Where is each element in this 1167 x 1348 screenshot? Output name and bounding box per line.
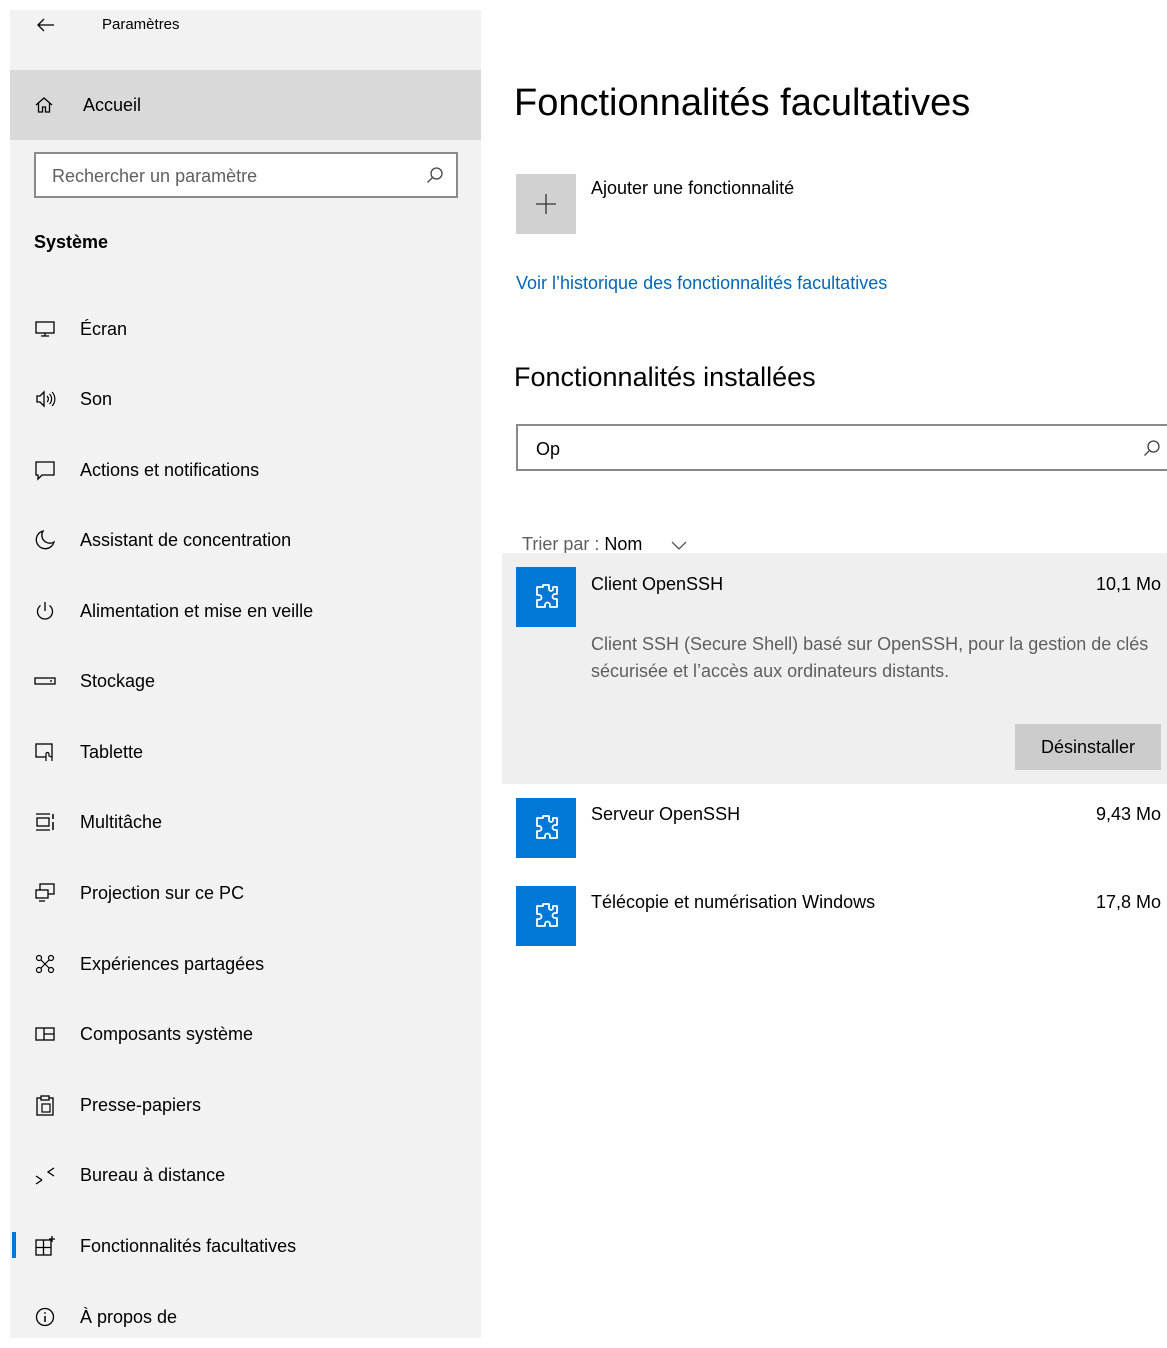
puzzle-icon	[536, 584, 558, 608]
feature-icon	[516, 798, 576, 858]
feature-item-serveur-openssh[interactable]: Serveur OpenSSH 9,43 Mo	[502, 784, 1167, 872]
sidebar-item-fonctionnalites-facultatives[interactable]: Fonctionnalités facultatives	[10, 1217, 481, 1277]
sidebar-item-label: Écran	[80, 319, 128, 339]
sidebar-item-label: Alimentation et mise en veille	[80, 601, 314, 621]
storage-icon	[34, 677, 56, 685]
shared-icon	[35, 954, 55, 974]
optional-features-icon	[35, 1236, 55, 1256]
power-icon	[36, 602, 54, 620]
uninstall-button[interactable]: Désinstaller	[1015, 724, 1161, 770]
sidebar-item-label: Fonctionnalités facultatives	[80, 1236, 297, 1256]
sidebar-item-label: Tablette	[80, 742, 144, 762]
home-label: Accueil	[83, 95, 142, 115]
sidebar-item-label: Son	[80, 389, 113, 409]
sidebar-item-label: Projection sur ce PC	[80, 883, 245, 903]
sidebar-item-actions-notifications[interactable]: Actions et notifications	[10, 441, 481, 501]
feature-size: 10,1 Mo	[1095, 574, 1161, 594]
feature-item-telecopie-numerisation[interactable]: Télécopie et numérisation Windows 17,8 M…	[502, 872, 1167, 960]
puzzle-icon	[536, 903, 558, 927]
installed-features-search-input[interactable]	[534, 435, 1118, 463]
feature-description: Client SSH (Secure Shell) basé sur OpenS…	[591, 634, 1149, 681]
sidebar-item-alimentation[interactable]: Alimentation et mise en veille	[10, 582, 481, 642]
monitor-icon	[35, 321, 55, 337]
speaker-icon	[36, 390, 56, 408]
moon-icon	[35, 529, 56, 550]
settings-search-box[interactable]	[34, 152, 458, 198]
feature-history-link[interactable]: Voir l’historique des fonctionnalités fa…	[516, 273, 887, 294]
sidebar-item-label: Assistant de concentration	[80, 530, 292, 550]
installed-features-search-box[interactable]	[516, 424, 1167, 471]
add-feature-label[interactable]: Ajouter une fonctionnalité	[591, 178, 794, 199]
sidebar-item-bureau-a-distance[interactable]: Bureau à distance	[10, 1146, 481, 1206]
sidebar-item-label: Composants système	[80, 1024, 254, 1044]
sidebar-item-tablette[interactable]: Tablette	[10, 723, 481, 783]
sidebar-item-composants-systeme[interactable]: Composants système	[10, 1005, 481, 1065]
sidebar-item-label: Expériences partagées	[80, 954, 265, 974]
add-feature-button[interactable]	[516, 174, 576, 234]
sidebar-item-label: Actions et notifications	[80, 460, 260, 480]
remote-desktop-icon	[35, 1167, 55, 1185]
sidebar-item-ecran[interactable]: Écran	[10, 300, 481, 360]
puzzle-icon	[536, 815, 558, 839]
sidebar-item-label: Bureau à distance	[80, 1165, 226, 1185]
title-bar: Paramètres	[10, 0, 481, 70]
section-label-systeme: Système	[34, 232, 109, 252]
feature-name: Télécopie et numérisation Windows	[591, 892, 876, 912]
plus-icon	[536, 194, 556, 214]
feature-name: Serveur OpenSSH	[591, 804, 741, 824]
back-arrow-icon	[37, 18, 54, 32]
search-icon[interactable]	[426, 166, 444, 184]
clipboard-icon	[36, 1095, 54, 1116]
sidebar-item-multitache[interactable]: Multitâche	[10, 793, 481, 853]
feature-item-client-openssh[interactable]: Client OpenSSH 10,1 Mo Client SSH (Secur…	[502, 553, 1167, 784]
sidebar-item-a-propos[interactable]: À propos de	[10, 1288, 481, 1348]
sidebar-item-label: À propos de	[80, 1307, 178, 1327]
chevron-down-icon	[671, 541, 687, 550]
sidebar-item-label: Stockage	[80, 671, 156, 691]
sidebar-item-presse-papiers[interactable]: Presse-papiers	[10, 1076, 481, 1136]
search-icon[interactable]	[1143, 439, 1161, 457]
feature-icon	[516, 567, 576, 627]
projection-icon	[35, 883, 55, 902]
page-title: Fonctionnalités facultatives	[514, 82, 971, 124]
tablet-icon	[35, 743, 53, 761]
feature-size: 9,43 Mo	[1095, 804, 1161, 824]
sidebar-item-stockage[interactable]: Stockage	[10, 652, 481, 712]
feature-name: Client OpenSSH	[591, 574, 724, 594]
home-icon	[35, 97, 53, 113]
multitask-icon	[36, 813, 54, 831]
installed-features-heading: Fonctionnalités installées	[514, 362, 816, 392]
components-icon	[35, 1027, 55, 1041]
back-button[interactable]	[34, 13, 58, 37]
sidebar-item-son[interactable]: Son	[10, 370, 481, 430]
sort-value: Nom	[604, 534, 643, 554]
app-title: Paramètres	[102, 16, 180, 33]
feature-size: 17,8 Mo	[1095, 892, 1161, 912]
feature-icon	[516, 886, 576, 946]
settings-search-input[interactable]	[50, 162, 414, 190]
sort-dropdown[interactable]: Trier par : Nom	[522, 534, 687, 555]
sidebar-item-home[interactable]: Accueil	[10, 70, 481, 140]
info-icon	[35, 1307, 55, 1327]
sidebar-item-label: Presse-papiers	[80, 1095, 202, 1115]
notification-icon	[35, 461, 55, 481]
sidebar-item-projection[interactable]: Projection sur ce PC	[10, 864, 481, 924]
sidebar-item-experiences-partagees[interactable]: Expériences partagées	[10, 935, 481, 995]
sort-prefix: Trier par :	[522, 534, 605, 554]
sidebar-item-assistant-concentration[interactable]: Assistant de concentration	[10, 511, 481, 571]
sidebar-item-label: Multitâche	[80, 812, 163, 832]
